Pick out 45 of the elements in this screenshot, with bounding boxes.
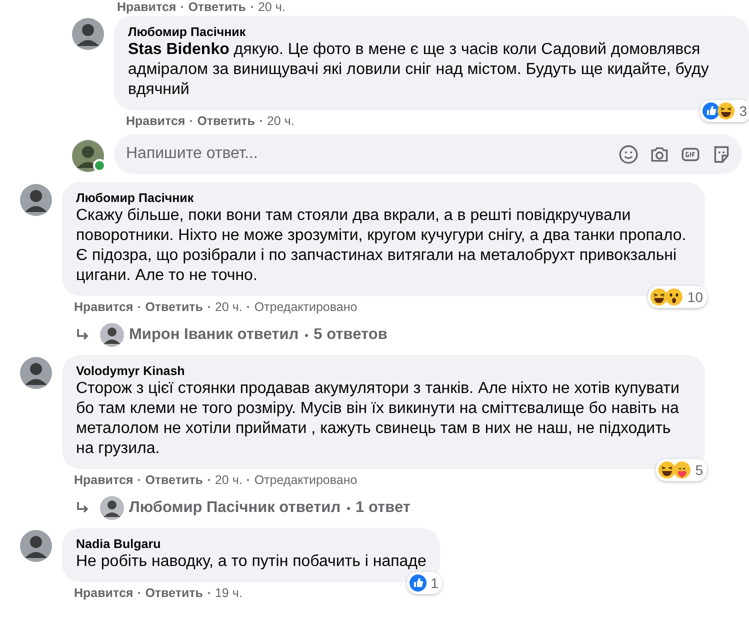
reply-link[interactable]: Ответить [145, 585, 203, 601]
comment-time: 20 ч. [214, 472, 242, 488]
view-replies-link[interactable]: Мирон Іваник ответил [129, 326, 299, 344]
edited-label: Отредактировано [254, 472, 358, 488]
author-name[interactable]: Nadia Bulgaru [76, 536, 161, 552]
smiley-icon[interactable] [618, 144, 639, 165]
reply-link[interactable]: Ответить [145, 472, 203, 488]
reaction-count: 5 [695, 462, 703, 478]
comment-text: Сторож з цієї стоянки продавав акумулятори з танків. Але ніхто не хотів купувати бо там клеми не того розміру. Мусів він їх викинути на сміттєвалище бо навіть на металолом не хотіли приймати , кажуть свинець там в них не наш, не підходить на грузила. [76, 379, 680, 459]
reaction-badge[interactable]: 3 [700, 100, 749, 122]
view-replies-link[interactable]: Любомир Пасічник ответил [129, 499, 341, 517]
comment-time: 20 ч. [214, 299, 242, 315]
reply-link[interactable]: Ответить [145, 299, 203, 315]
author-name[interactable]: Любомир Пасічник [128, 24, 246, 40]
author-name[interactable]: Любомир Пасічник [76, 190, 194, 206]
like-link[interactable]: Нравится [74, 472, 134, 488]
comment-time: 19 ч. [214, 585, 242, 601]
avatar[interactable] [72, 18, 104, 50]
comment-time: 20 ч. [258, 0, 286, 14]
reply-field[interactable]: Напишите ответ... [114, 134, 742, 174]
edited-label: Отредактировано [254, 299, 358, 315]
reaction-count: 10 [687, 289, 703, 305]
reaction-badge[interactable]: 10 [648, 286, 707, 308]
comment-text: Скажу більше, поки вони там стояли два вкрали, а в решті повідкручували поворотники. Ніхто не може зрозуміти, кругом кучугури снігу, а два танки пропало. Є підозра, що розібрали і по запчастинах витягали на металобрухт привокзальні цигани. Але то не точно. [76, 206, 688, 286]
avatar[interactable] [100, 323, 124, 347]
like-link[interactable]: Нравится [117, 0, 176, 14]
like-link[interactable]: Нравится [126, 113, 186, 129]
replies-count-link[interactable]: 1 ответ [356, 499, 410, 517]
reaction-badge[interactable]: 1 [406, 572, 442, 594]
author-name[interactable]: Volodymyr Kinash [76, 363, 185, 379]
avatar[interactable] [20, 530, 52, 562]
reaction-count: 1 [430, 575, 438, 591]
avatar[interactable] [20, 184, 52, 216]
avatar[interactable] [100, 496, 124, 520]
reaction-badge[interactable]: 5 [656, 459, 707, 481]
comment-text: Не робіть наводку, а то путін побачить і нападе [76, 552, 426, 572]
like-link[interactable]: Нравится [74, 585, 134, 601]
comment-time: 20 ч. [266, 113, 294, 129]
reply-link[interactable]: Ответить [197, 113, 255, 129]
reply-link[interactable]: Ответить [188, 0, 246, 14]
avatar[interactable] [20, 357, 52, 389]
replies-count-link[interactable]: 5 ответов [314, 326, 388, 344]
like-link[interactable]: Нравится [74, 299, 134, 315]
comment-text: Stas Bidenko дякую. Це фото в мене є ще з часів коли Садовий домовлявся адміралом за винищувачі які ловили сніг над містом. Будуть ще кидайте, буду вдячний [128, 40, 710, 100]
reaction-count: 3 [739, 103, 747, 119]
